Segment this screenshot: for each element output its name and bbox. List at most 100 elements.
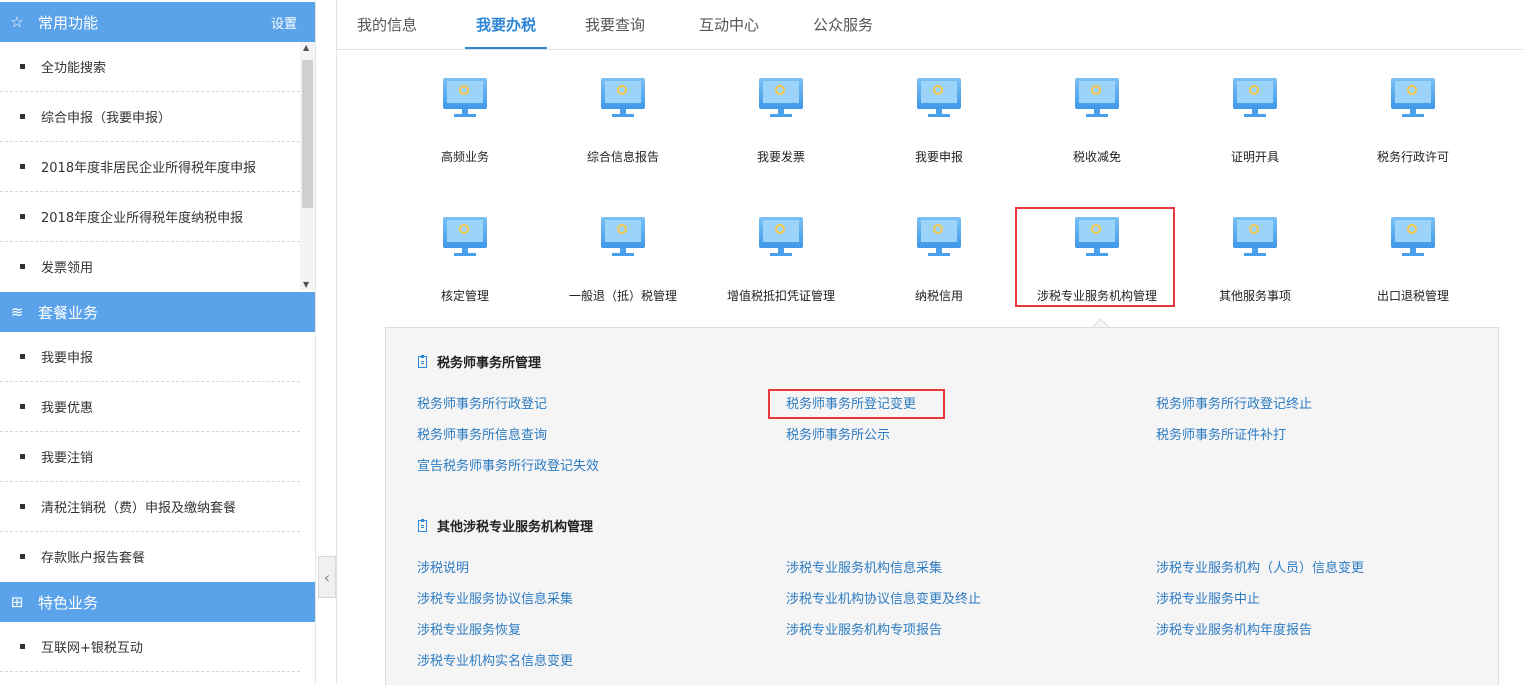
section-header-featured[interactable]: ⊞ 特色业务 — [0, 582, 315, 622]
service-label: 纳税信用 — [914, 289, 963, 303]
service-label: 增值税抵扣凭证管理 — [726, 289, 835, 303]
monitor-icon — [1233, 78, 1277, 120]
panel-link[interactable]: 税务师事务所公示 — [786, 424, 890, 443]
monitor-icon — [601, 217, 645, 259]
service-label: 证明开具 — [1230, 150, 1279, 164]
service-tile[interactable]: 税收减免 — [1018, 78, 1176, 165]
service-tile[interactable]: 增值税抵扣凭证管理 — [702, 217, 860, 304]
service-tile[interactable]: 我要发票 — [702, 78, 860, 165]
section-title: 常用功能 — [38, 13, 99, 32]
service-tile[interactable]: 综合信息报告 — [544, 78, 702, 165]
bullet-icon — [20, 214, 25, 219]
service-label: 税务行政许可 — [1376, 150, 1449, 164]
monitor-icon — [917, 78, 961, 120]
sidebar-item[interactable]: 全功能搜索 — [0, 42, 300, 92]
group-title: 税务师事务所管理 — [418, 352, 541, 371]
sidebar-item[interactable]: 互联网+银税互动 — [0, 622, 300, 672]
scroll-thumb[interactable] — [302, 60, 313, 208]
package-list: 我要申报 我要优惠 我要注销 清税注销税（费）申报及缴纳套餐 存款账户报告套餐 — [0, 332, 300, 581]
panel-link[interactable]: 涉税专业服务协议信息采集 — [417, 588, 573, 607]
panel-link[interactable]: 税务师事务所行政登记 — [417, 393, 547, 412]
collapse-sidebar-button[interactable]: ‹ — [318, 556, 336, 598]
tab-public-service[interactable]: 公众服务 — [809, 0, 877, 49]
panel-link[interactable]: 涉税专业服务机构信息采集 — [786, 557, 942, 576]
submenu-panel: 税务师事务所管理 税务师事务所行政登记 税务师事务所登记变更 税务师事务所行政登… — [385, 327, 1499, 685]
sidebar-item-label: 我要注销 — [41, 451, 94, 466]
panel-link[interactable]: 涉税专业服务机构专项报告 — [786, 619, 942, 638]
monitor-icon — [601, 78, 645, 120]
service-tile[interactable]: 一般退（抵）税管理 — [544, 217, 702, 304]
panel-link[interactable]: 涉税说明 — [417, 557, 469, 576]
monitor-icon — [1075, 78, 1119, 120]
sidebar-item[interactable]: 我要注销 — [0, 432, 300, 482]
sidebar-item[interactable]: 综合申报（我要申报） — [0, 92, 300, 142]
grid-icon: ⊞ — [10, 593, 24, 611]
panel-link[interactable]: 涉税专业服务机构年度报告 — [1156, 619, 1312, 638]
tab-query[interactable]: 我要查询 — [581, 0, 649, 49]
group-title: 其他涉税专业服务机构管理 — [418, 516, 593, 535]
sidebar-item-label: 2018年度企业所得税年度纳税申报 — [41, 211, 244, 226]
sidebar-scrollbar[interactable]: ▲ ▼ — [300, 42, 315, 290]
section-header-common[interactable]: ☆ 常用功能 设置 — [0, 2, 315, 42]
monitor-icon — [1233, 217, 1277, 259]
bullet-icon — [20, 264, 25, 269]
bullet-icon — [20, 504, 25, 509]
panel-link[interactable]: 宣告税务师事务所行政登记失效 — [417, 455, 599, 474]
main-content: 我的信息 我要办税 我要查询 互动中心 公众服务 高频业务 综合信息报告 我要发票 我… — [336, 0, 1523, 685]
panel-link[interactable]: 涉税专业机构协议信息变更及终止 — [786, 588, 981, 607]
service-tile[interactable]: 其他服务事项 — [1176, 217, 1334, 304]
monitor-icon — [917, 217, 961, 259]
common-list: 全功能搜索 综合申报（我要申报） 2018年度非居民企业所得税年度申报 2018… — [0, 42, 300, 291]
service-tile[interactable]: 核定管理 — [386, 217, 544, 304]
tab-bar: 我的信息 我要办税 我要查询 互动中心 公众服务 — [337, 0, 1523, 50]
section-header-package[interactable]: ≋ 套餐业务 — [0, 292, 315, 332]
bullet-icon — [20, 454, 25, 459]
panel-link[interactable]: 涉税专业服务中止 — [1156, 588, 1260, 607]
panel-link[interactable]: 涉税专业服务机构（人员）信息变更 — [1156, 557, 1364, 576]
sidebar-item-label: 发票领用 — [41, 261, 94, 276]
sidebar-item[interactable]: 我要申报 — [0, 332, 300, 382]
sidebar-item[interactable]: 发票领用 — [0, 242, 300, 291]
monitor-icon — [1391, 217, 1435, 259]
sidebar-item[interactable]: 2018年度非居民企业所得税年度申报 — [0, 142, 300, 192]
clipboard-icon — [418, 518, 427, 532]
sidebar-item[interactable]: 存款账户报告套餐 — [0, 532, 300, 581]
service-label: 综合信息报告 — [586, 150, 659, 164]
bullet-icon — [20, 64, 25, 69]
selected-link-highlight — [768, 389, 945, 419]
sidebar-item-label: 综合申报（我要申报） — [41, 111, 172, 126]
layers-icon: ≋ — [10, 303, 24, 321]
panel-link[interactable]: 税务师事务所证件补打 — [1156, 424, 1286, 443]
service-tile[interactable]: 税务行政许可 — [1334, 78, 1492, 165]
service-tile[interactable]: 证明开具 — [1176, 78, 1334, 165]
featured-list: 互联网+银税互动 — [0, 622, 300, 672]
service-label: 出口退税管理 — [1376, 289, 1449, 303]
tab-interaction[interactable]: 互动中心 — [695, 0, 763, 49]
sidebar: ☆ 常用功能 设置 全功能搜索 综合申报（我要申报） 2018年度非居民企业所得… — [0, 0, 316, 684]
chevron-left-icon: ‹ — [323, 567, 331, 587]
scroll-down-icon[interactable]: ▼ — [303, 280, 309, 289]
panel-link[interactable]: 税务师事务所行政登记终止 — [1156, 393, 1312, 412]
sidebar-item[interactable]: 清税注销税（费）申报及缴纳套餐 — [0, 482, 300, 532]
service-tile[interactable]: 高频业务 — [386, 78, 544, 165]
service-label: 核定管理 — [440, 289, 489, 303]
tab-my-info[interactable]: 我的信息 — [353, 0, 421, 49]
scroll-up-icon[interactable]: ▲ — [303, 43, 309, 52]
tab-tax-handling[interactable]: 我要办税 — [465, 0, 547, 49]
bullet-icon — [20, 404, 25, 409]
panel-link[interactable]: 税务师事务所信息查询 — [417, 424, 547, 443]
sidebar-item-label: 存款账户报告套餐 — [41, 551, 146, 566]
service-label: 我要申报 — [914, 150, 963, 164]
panel-link[interactable]: 涉税专业机构实名信息变更 — [417, 650, 573, 669]
service-tile[interactable]: 我要申报 — [860, 78, 1018, 165]
service-tile[interactable]: 出口退税管理 — [1334, 217, 1492, 304]
group-title-text: 其他涉税专业服务机构管理 — [437, 520, 594, 535]
sidebar-item[interactable]: 2018年度企业所得税年度纳税申报 — [0, 192, 300, 242]
service-tile[interactable]: 纳税信用 — [860, 217, 1018, 304]
sidebar-item[interactable]: 我要优惠 — [0, 382, 300, 432]
settings-link[interactable]: 设置 — [271, 13, 297, 32]
monitor-icon — [443, 78, 487, 120]
sidebar-item-label: 我要优惠 — [41, 401, 94, 416]
panel-link[interactable]: 涉税专业服务恢复 — [417, 619, 521, 638]
service-label: 税收减免 — [1072, 150, 1121, 164]
